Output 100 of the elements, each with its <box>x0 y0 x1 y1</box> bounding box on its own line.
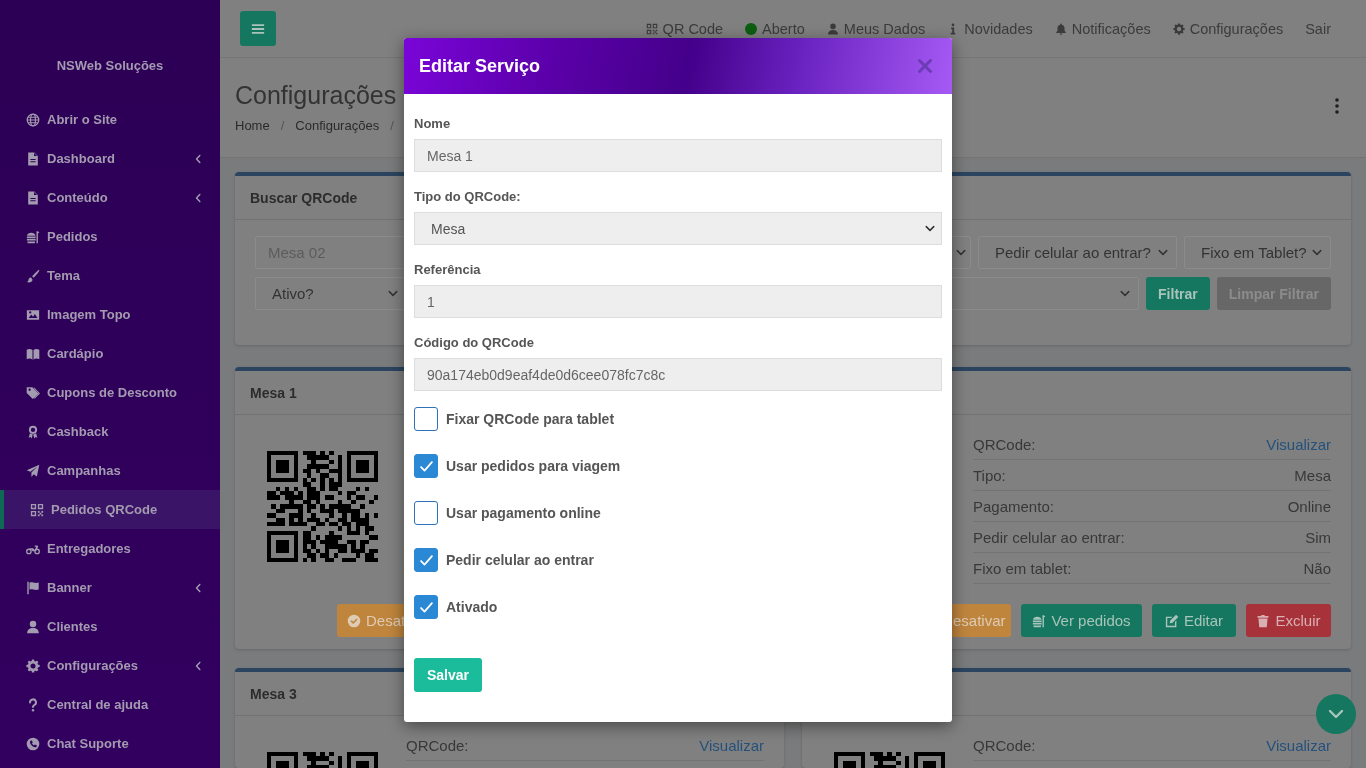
info-label: Pagamento: <box>973 497 1054 515</box>
info-label: Pedir celular ao entrar: <box>973 528 1125 546</box>
field-label: Referência <box>414 261 481 279</box>
edit-button[interactable]: Editar <box>1152 604 1236 637</box>
card-title: Buscar QRCode <box>250 189 358 206</box>
sidebar-item[interactable]: Cardápio <box>0 334 220 373</box>
sidebar-item[interactable]: Conteúdo <box>0 178 220 217</box>
nav-link[interactable]: Notificações <box>1054 20 1151 37</box>
view-link[interactable]: Visualizar <box>1266 736 1331 754</box>
info-label: QRCode: <box>973 435 1036 453</box>
menu-button[interactable] <box>240 11 276 46</box>
select-field[interactable]: Pedir celular ao entrar? <box>978 236 1177 269</box>
filter-button[interactable]: Filtrar <box>1146 277 1210 310</box>
breadcrumb-link[interactable]: Configurações <box>295 117 380 135</box>
question-mark-icon <box>26 697 40 712</box>
nav-link[interactable]: Meus Dados <box>826 20 926 37</box>
menu-icon <box>251 21 265 36</box>
select-field[interactable]: Mesa <box>414 212 942 245</box>
checkbox[interactable] <box>414 501 438 525</box>
info-value: Sim <box>1305 528 1331 546</box>
info-label: QRCode: <box>973 736 1036 754</box>
select-field[interactable]: Ativo? <box>255 277 407 310</box>
nav-link[interactable]: Sair <box>1305 20 1331 37</box>
check-icon <box>419 554 433 566</box>
select-field[interactable]: Fixo em Tablet? <box>1184 236 1331 269</box>
checkbox[interactable] <box>414 407 438 431</box>
sidebar-item[interactable]: Dashboard <box>0 139 220 178</box>
vertical-dots-icon <box>1335 98 1339 114</box>
qr-code-icon <box>645 22 658 35</box>
info-value: Mesa <box>1294 466 1331 484</box>
chevron-down-icon <box>1120 290 1131 297</box>
award-icon <box>26 424 40 439</box>
info-label: QRCode: <box>406 736 469 754</box>
nav-link[interactable]: Configurações <box>1172 20 1284 37</box>
info-label: Tipo: <box>973 466 1006 484</box>
chevron-down-icon <box>388 290 398 297</box>
card-title: Mesa 1 <box>250 384 297 401</box>
check-icon <box>419 601 433 613</box>
sidebar-item[interactable]: Imagem Topo <box>0 295 220 334</box>
close-icon <box>917 58 933 74</box>
text-field[interactable]: Mesa 1 <box>414 139 942 172</box>
flag-icon <box>26 580 40 595</box>
card-title: Mesa 3 <box>250 685 297 702</box>
sidebar-item[interactable]: Pedidos <box>0 217 220 256</box>
delete-button[interactable]: Excluir <box>1246 604 1331 637</box>
more-options-button[interactable] <box>1335 98 1339 114</box>
dialog-title: Editar Serviço <box>419 55 541 77</box>
sidebar-item[interactable]: Central de ajuda <box>0 685 220 724</box>
nav-link[interactable]: QR Code <box>645 20 724 37</box>
checkbox[interactable] <box>414 548 438 572</box>
sidebar-item[interactable]: Tema <box>0 256 220 295</box>
chevron-down-icon <box>1328 709 1344 719</box>
sidebar-item[interactable]: Pedidos QRCode <box>0 490 220 529</box>
chevron-down-icon <box>956 249 966 256</box>
sidebar-item[interactable]: Cashback <box>0 412 220 451</box>
checkbox-label: Usar pedidos para viagem <box>446 458 621 474</box>
paper-plane-icon <box>26 463 40 478</box>
image-icon <box>26 307 40 322</box>
checkbox[interactable] <box>414 454 438 478</box>
sidebar-item[interactable]: Chat Suporte <box>0 724 220 763</box>
checkbox-label: Usar pagamento online <box>446 505 601 521</box>
view-link[interactable]: Visualizar <box>699 736 764 754</box>
save-button[interactable]: Salvar <box>414 658 483 692</box>
chevron-down-icon <box>925 225 935 232</box>
sidebar-item[interactable]: Abrir o Site <box>0 100 220 139</box>
deactivate-button[interactable]: esativar <box>949 604 1011 637</box>
view-orders-button[interactable]: Ver pedidos <box>1021 604 1142 637</box>
sidebar-item[interactable]: Configurações <box>0 646 220 685</box>
breadcrumb-separator: / <box>390 117 394 135</box>
brush-icon <box>26 268 40 283</box>
select-field[interactable] <box>950 236 971 269</box>
open-book-icon <box>26 346 40 361</box>
sidebar-item[interactable]: Entregadores <box>0 529 220 568</box>
sidebar-item[interactable]: Campanhas <box>0 451 220 490</box>
settings-icon <box>1172 22 1185 35</box>
info-label: Fixo em tablet: <box>973 559 1072 577</box>
page-title: Configurações <box>235 80 398 110</box>
nav-link[interactable]: Aberto <box>745 20 805 37</box>
sidebar-item[interactable]: Clientes <box>0 607 220 646</box>
checkbox-label: Fixar QRCode para tablet <box>446 411 615 427</box>
checkbox-label: Ativado <box>446 599 498 615</box>
tag-icon <box>26 385 40 400</box>
select-field[interactable] <box>950 277 1140 310</box>
breadcrumb-link[interactable]: Home <box>235 117 270 135</box>
checkbox[interactable] <box>414 595 438 619</box>
chevron-down-icon <box>1158 249 1168 256</box>
checkbox-label: Pedir celular ao entrar <box>446 552 594 568</box>
info-value: Online <box>1287 497 1331 515</box>
sidebar-item[interactable]: Cupons de Desconto <box>0 373 220 412</box>
field-label: Tipo do QRCode: <box>414 188 521 206</box>
view-link[interactable]: Visualizar <box>1266 435 1331 453</box>
field-label: Nome <box>414 115 451 133</box>
info-value: Não <box>1303 559 1331 577</box>
brand-name: NSWeb Soluções <box>56 57 164 75</box>
text-field[interactable]: 90a174eb0d9eaf4de0d6cee078fc7c8c <box>414 358 942 391</box>
text-field[interactable]: 1 <box>414 285 942 318</box>
user-icon <box>826 22 839 35</box>
sidebar-item[interactable]: Banner <box>0 568 220 607</box>
nav-link[interactable]: Novidades <box>947 20 1033 37</box>
deactivate-button[interactable]: Desat <box>337 604 407 637</box>
